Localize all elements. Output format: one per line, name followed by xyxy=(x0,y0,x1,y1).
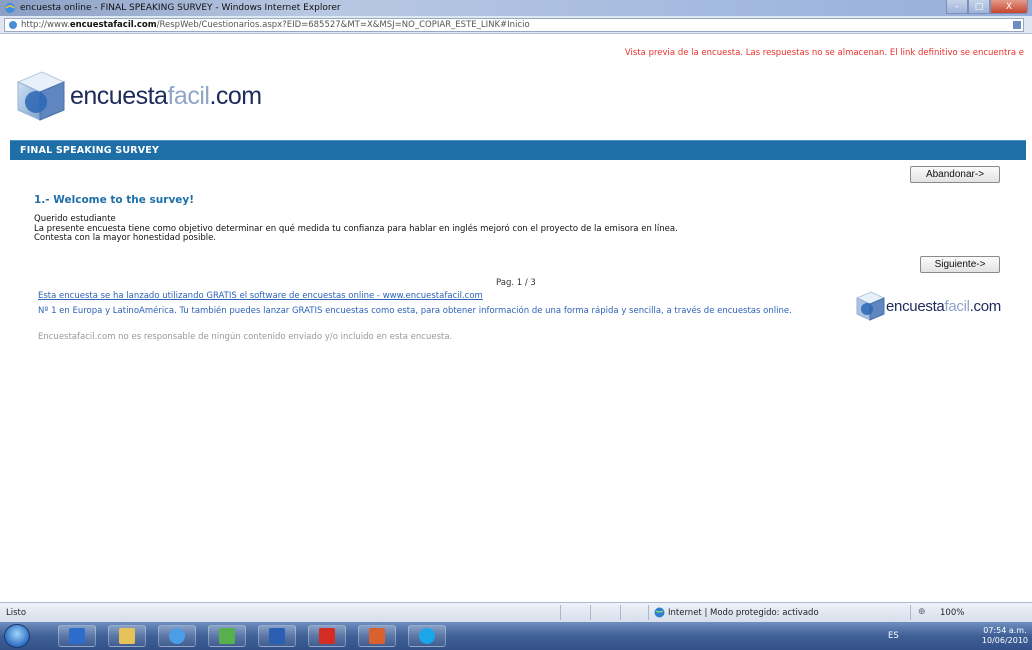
side-logo[interactable]: encuestafacil.com xyxy=(854,290,1001,322)
taskbar-app-ie[interactable] xyxy=(158,625,196,647)
footer-note[interactable]: Nº 1 en Europa y LatinoAmérica. Tu tambi… xyxy=(38,306,838,317)
page-icon xyxy=(9,21,17,29)
footer-link[interactable]: Esta encuesta se ha lanzado utilizando G… xyxy=(38,291,483,301)
status-separator xyxy=(620,605,621,620)
window-titlebar: encuesta online - FINAL SPEAKING SURVEY … xyxy=(0,0,1032,16)
internet-explorer-icon xyxy=(169,628,185,644)
maximize-button[interactable]: □ xyxy=(968,0,990,14)
cube-logo-icon xyxy=(855,291,886,321)
page-indicator: Pag. 1 / 3 xyxy=(496,278,536,288)
skype-icon xyxy=(419,628,435,644)
cube-logo-icon xyxy=(16,71,66,121)
side-logo-wordmark: encuestafacil.com xyxy=(886,297,1001,315)
media-player-icon xyxy=(69,628,85,644)
question-body: Querido estudiante La presente encuesta … xyxy=(34,214,678,244)
survey-title: FINAL SPEAKING SURVEY xyxy=(20,145,160,156)
question-title: 1.- Welcome to the survey! xyxy=(34,194,195,206)
encuestafacil-logo: encuestafacil.com xyxy=(12,68,262,124)
clock-time: 07:54 a.m. xyxy=(983,626,1027,635)
window-controls: – □ X xyxy=(946,0,1028,15)
question-line: Contesta con la mayor honestidad posible… xyxy=(34,233,217,243)
security-zone[interactable]: Internet | Modo protegido: activado xyxy=(654,607,819,618)
taskbar-app-messenger[interactable] xyxy=(208,625,246,647)
taskbar: ES 07:54 a.m. 10/06/2010 xyxy=(0,622,1032,650)
taskbar-app-explorer[interactable] xyxy=(108,625,146,647)
preview-notice: Vista previa de la encuesta. Las respues… xyxy=(624,48,1024,58)
start-button[interactable] xyxy=(4,624,30,648)
taskbar-app-skype[interactable] xyxy=(408,625,446,647)
url-field[interactable]: http://www.encuestafacil.com/RespWeb/Cue… xyxy=(4,18,1024,32)
address-bar: http://www.encuestafacil.com/RespWeb/Cue… xyxy=(0,16,1032,34)
survey-title-bar: FINAL SPEAKING SURVEY xyxy=(10,140,1026,160)
window-title: encuesta online - FINAL SPEAKING SURVEY … xyxy=(20,3,341,13)
status-text: Listo xyxy=(6,608,27,618)
clock-date: 10/06/2010 xyxy=(981,636,1028,645)
status-separator xyxy=(590,605,591,620)
status-separator xyxy=(560,605,561,620)
taskbar-app-powerpoint[interactable] xyxy=(358,625,396,647)
status-separator xyxy=(648,605,649,620)
refresh-icon[interactable] xyxy=(1012,20,1022,30)
word-icon xyxy=(269,628,285,644)
status-bar: Listo Internet | Modo protegido: activad… xyxy=(0,602,1032,622)
url-text: http://www.encuestafacil.com/RespWeb/Cue… xyxy=(21,20,530,30)
taskbar-app-acrobat[interactable] xyxy=(308,625,346,647)
zoom-icon[interactable]: ⊕ xyxy=(918,607,926,617)
acrobat-icon xyxy=(319,628,335,644)
status-separator xyxy=(910,605,911,620)
minimize-button[interactable]: – xyxy=(946,0,968,14)
messenger-icon xyxy=(219,628,235,644)
taskbar-app-word[interactable] xyxy=(258,625,296,647)
language-indicator[interactable]: ES xyxy=(888,631,899,641)
zone-text: Internet | Modo protegido: activado xyxy=(668,607,819,618)
next-button[interactable]: Siguiente-> xyxy=(920,256,1000,273)
system-tray: ES 07:54 a.m. 10/06/2010 xyxy=(870,622,1032,650)
internet-explorer-icon xyxy=(5,3,15,13)
folder-icon xyxy=(119,628,135,644)
close-button[interactable]: X xyxy=(990,0,1028,14)
zoom-level[interactable]: 100% xyxy=(940,608,964,618)
footer-disclaimer: Encuestafacil.com no es responsable de n… xyxy=(38,332,453,342)
logo-wordmark: encuestafacil.com xyxy=(70,81,262,110)
taskbar-app-media-player[interactable] xyxy=(58,625,96,647)
clock[interactable]: 07:54 a.m. 10/06/2010 xyxy=(982,626,1028,646)
powerpoint-icon xyxy=(369,628,385,644)
globe-icon xyxy=(654,607,665,618)
abandon-button[interactable]: Abandonar-> xyxy=(910,166,1000,183)
